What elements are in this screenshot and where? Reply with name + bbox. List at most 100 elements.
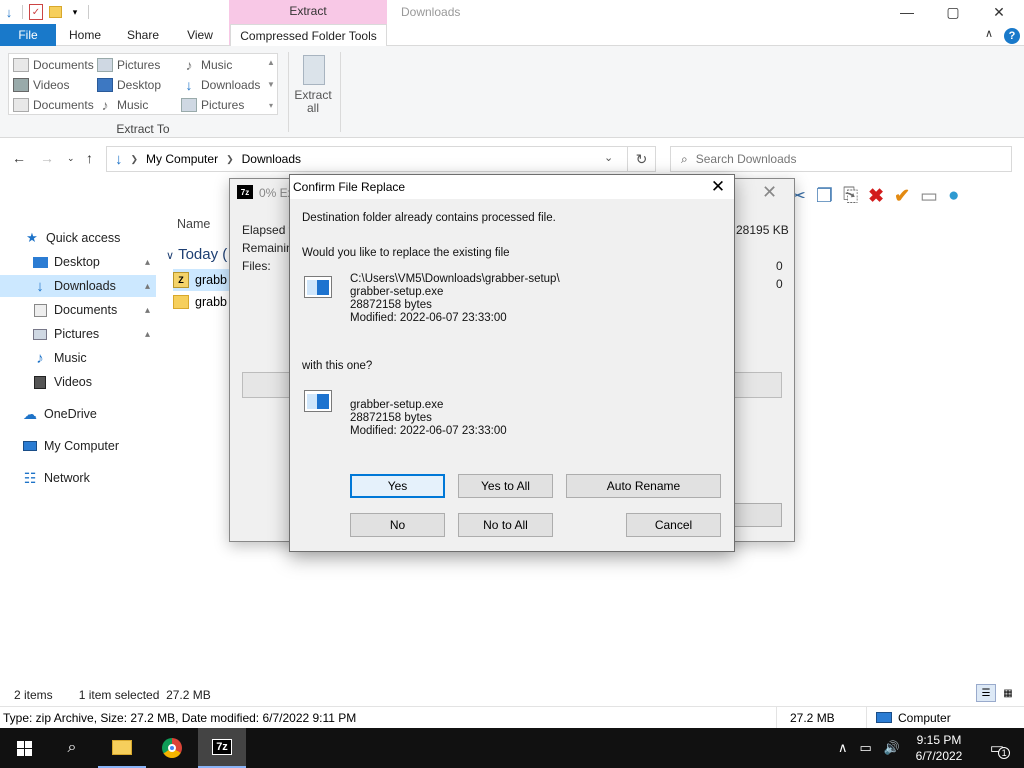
scroll-down-icon[interactable]: ▼ — [267, 80, 275, 89]
sidebar-item-network[interactable]: ☷ Network — [0, 467, 156, 489]
details-view-icon[interactable]: ☰ — [976, 684, 996, 702]
properties-icon[interactable]: ✓ — [29, 4, 43, 20]
new-folder-icon[interactable] — [49, 6, 62, 18]
tab-view[interactable]: View — [178, 24, 222, 46]
forward-icon[interactable]: → — [40, 150, 54, 166]
tab-compressed-folder-tools[interactable]: Compressed Folder Tools — [230, 24, 387, 47]
dest-pictures-2[interactable]: Pictures — [181, 96, 244, 114]
dest-pictures-1[interactable]: Pictures — [97, 56, 160, 74]
check-icon[interactable]: ✔ — [894, 185, 910, 208]
extract-context-label: Extract — [289, 4, 327, 18]
maximize-button[interactable]: ▢ — [930, 0, 976, 24]
exe-file-icon — [304, 390, 332, 412]
tab-home[interactable]: Home — [60, 24, 110, 46]
address-dropdown-icon[interactable]: ⌄ — [604, 151, 613, 164]
up-icon[interactable]: ↑ — [86, 150, 93, 166]
sidebar-item-documents[interactable]: Documents ▴ — [0, 299, 156, 321]
count-value: 0 — [776, 277, 783, 291]
dialog-close-icon[interactable]: ✕ — [706, 176, 730, 198]
sidebar-item-quick-access[interactable]: ★ Quick access — [0, 227, 156, 249]
dest-desktop[interactable]: Desktop — [97, 76, 161, 94]
yes-button[interactable]: Yes — [350, 474, 445, 498]
windows-icon — [16, 740, 32, 756]
cancel-button[interactable]: Cancel — [626, 513, 721, 537]
refresh-icon[interactable]: ↻ — [628, 146, 656, 172]
no-to-all-button[interactable]: No to All — [458, 513, 553, 537]
dest-music-1[interactable]: ♪ Music — [181, 56, 233, 74]
tab-share[interactable]: Share — [120, 24, 166, 46]
action-center-button[interactable]: ▭ 1 — [980, 728, 1020, 768]
chrome-taskbar-button[interactable] — [148, 728, 196, 768]
pin-icon[interactable]: ▴ — [145, 281, 150, 292]
dest-downloads[interactable]: ↓ Downloads — [181, 76, 261, 94]
list-item[interactable]: grabb — [173, 291, 227, 313]
tab-file[interactable]: File — [0, 24, 56, 46]
list-item[interactable]: Zgrabb — [173, 269, 233, 291]
no-button[interactable]: No — [350, 513, 445, 537]
copy-icon[interactable]: ❐ — [816, 185, 833, 208]
pin-icon[interactable]: ▴ — [145, 305, 150, 316]
sidebar-item-my-computer[interactable]: My Computer — [0, 435, 156, 457]
breadcrumb-my-computer[interactable]: My Computer — [146, 152, 218, 166]
gallery-scroll[interactable]: ▲ ▼ ▾ — [265, 54, 277, 114]
pin-icon[interactable]: ▴ — [145, 257, 150, 268]
quick-access-toolbar: ↓ ✓ ▾ — [0, 0, 89, 24]
scroll-up-icon[interactable]: ▲ — [267, 58, 275, 67]
title-bar — [0, 0, 1024, 24]
dest-documents-2[interactable]: Documents — [13, 96, 94, 114]
dest-documents-1[interactable]: Documents — [13, 56, 94, 74]
delete-icon[interactable]: ✖ — [868, 185, 884, 208]
chrome-icon — [162, 738, 182, 758]
search-input[interactable]: ⌕ Search Downloads — [670, 146, 1012, 172]
sidebar-item-videos[interactable]: Videos — [0, 371, 156, 393]
window-title: Downloads — [401, 5, 461, 19]
network-status-icon[interactable]: ▭ — [860, 740, 872, 756]
help-icon[interactable]: ? — [1004, 28, 1020, 44]
sidebar-item-desktop[interactable]: Desktop ▴ — [0, 251, 156, 273]
shell-icon[interactable]: ● — [948, 185, 959, 207]
sidebar-item-music[interactable]: ♪ Music — [0, 347, 156, 369]
pictures-icon — [97, 58, 113, 72]
arrow-down-icon[interactable]: ↓ — [2, 4, 16, 20]
qat-dropdown-icon[interactable]: ▾ — [68, 4, 82, 20]
breadcrumb-downloads[interactable]: Downloads — [242, 152, 301, 166]
volume-icon[interactable]: 🔊 — [884, 740, 900, 756]
dest-label: Documents — [33, 98, 94, 112]
address-bar[interactable]: ↓ ❯ My Computer ❯ Downloads — [106, 146, 628, 172]
sidebar-item-label: Downloads — [54, 279, 116, 293]
paste-icon[interactable]: ⎘ — [843, 185, 858, 207]
sidebar-item-onedrive[interactable]: ☁ OneDrive — [0, 403, 156, 425]
back-icon[interactable]: ← — [12, 150, 26, 166]
extract-all-icon[interactable] — [303, 55, 325, 85]
collapse-ribbon-icon[interactable]: ∧ — [985, 27, 993, 40]
search-taskbar-button[interactable]: ⌕ — [48, 728, 96, 768]
breadcrumb-separator-icon[interactable]: ❯ — [226, 154, 234, 165]
gallery-more-icon[interactable]: ▾ — [269, 101, 273, 110]
start-button[interactable] — [0, 728, 48, 768]
breadcrumb-separator-icon[interactable]: ❯ — [131, 154, 139, 165]
rename-icon[interactable]: ▭ — [920, 185, 938, 208]
extract-all-button[interactable]: Extract all — [294, 89, 332, 115]
chevron-down-icon: ∨ — [166, 250, 175, 262]
file-info: Type: zip Archive, Size: 27.2 MB, Date m… — [3, 710, 357, 725]
dest-videos[interactable]: Videos — [13, 76, 69, 94]
file-explorer-taskbar-button[interactable] — [98, 728, 146, 768]
pin-icon[interactable]: ▴ — [145, 329, 150, 340]
dest-music-2[interactable]: ♪ Music — [97, 96, 149, 114]
count-value: 0 — [776, 259, 783, 273]
progress-close-icon[interactable]: ✕ — [762, 182, 777, 203]
search-icon: ⌕ — [681, 151, 688, 166]
chevron-up-icon[interactable]: ∧ — [838, 740, 848, 756]
minimize-button[interactable]: — — [884, 0, 930, 24]
auto-rename-button[interactable]: Auto Rename — [566, 474, 721, 498]
recent-locations-icon[interactable]: ⌄ — [67, 153, 75, 164]
7zip-taskbar-button[interactable]: 7z — [198, 728, 246, 768]
column-header-name[interactable]: Name — [177, 217, 210, 231]
large-icons-view-icon[interactable]: ▦ — [998, 684, 1018, 702]
close-button[interactable]: ✕ — [976, 0, 1022, 24]
taskbar-clock[interactable]: 9:15 PM 6/7/2022 — [904, 732, 974, 764]
sidebar-item-downloads[interactable]: ↓ Downloads ▴ — [0, 275, 156, 297]
sidebar-item-pictures[interactable]: Pictures ▴ — [0, 323, 156, 345]
group-header-today[interactable]: ∨ Today ( — [166, 246, 227, 263]
yes-to-all-button[interactable]: Yes to All — [458, 474, 553, 498]
